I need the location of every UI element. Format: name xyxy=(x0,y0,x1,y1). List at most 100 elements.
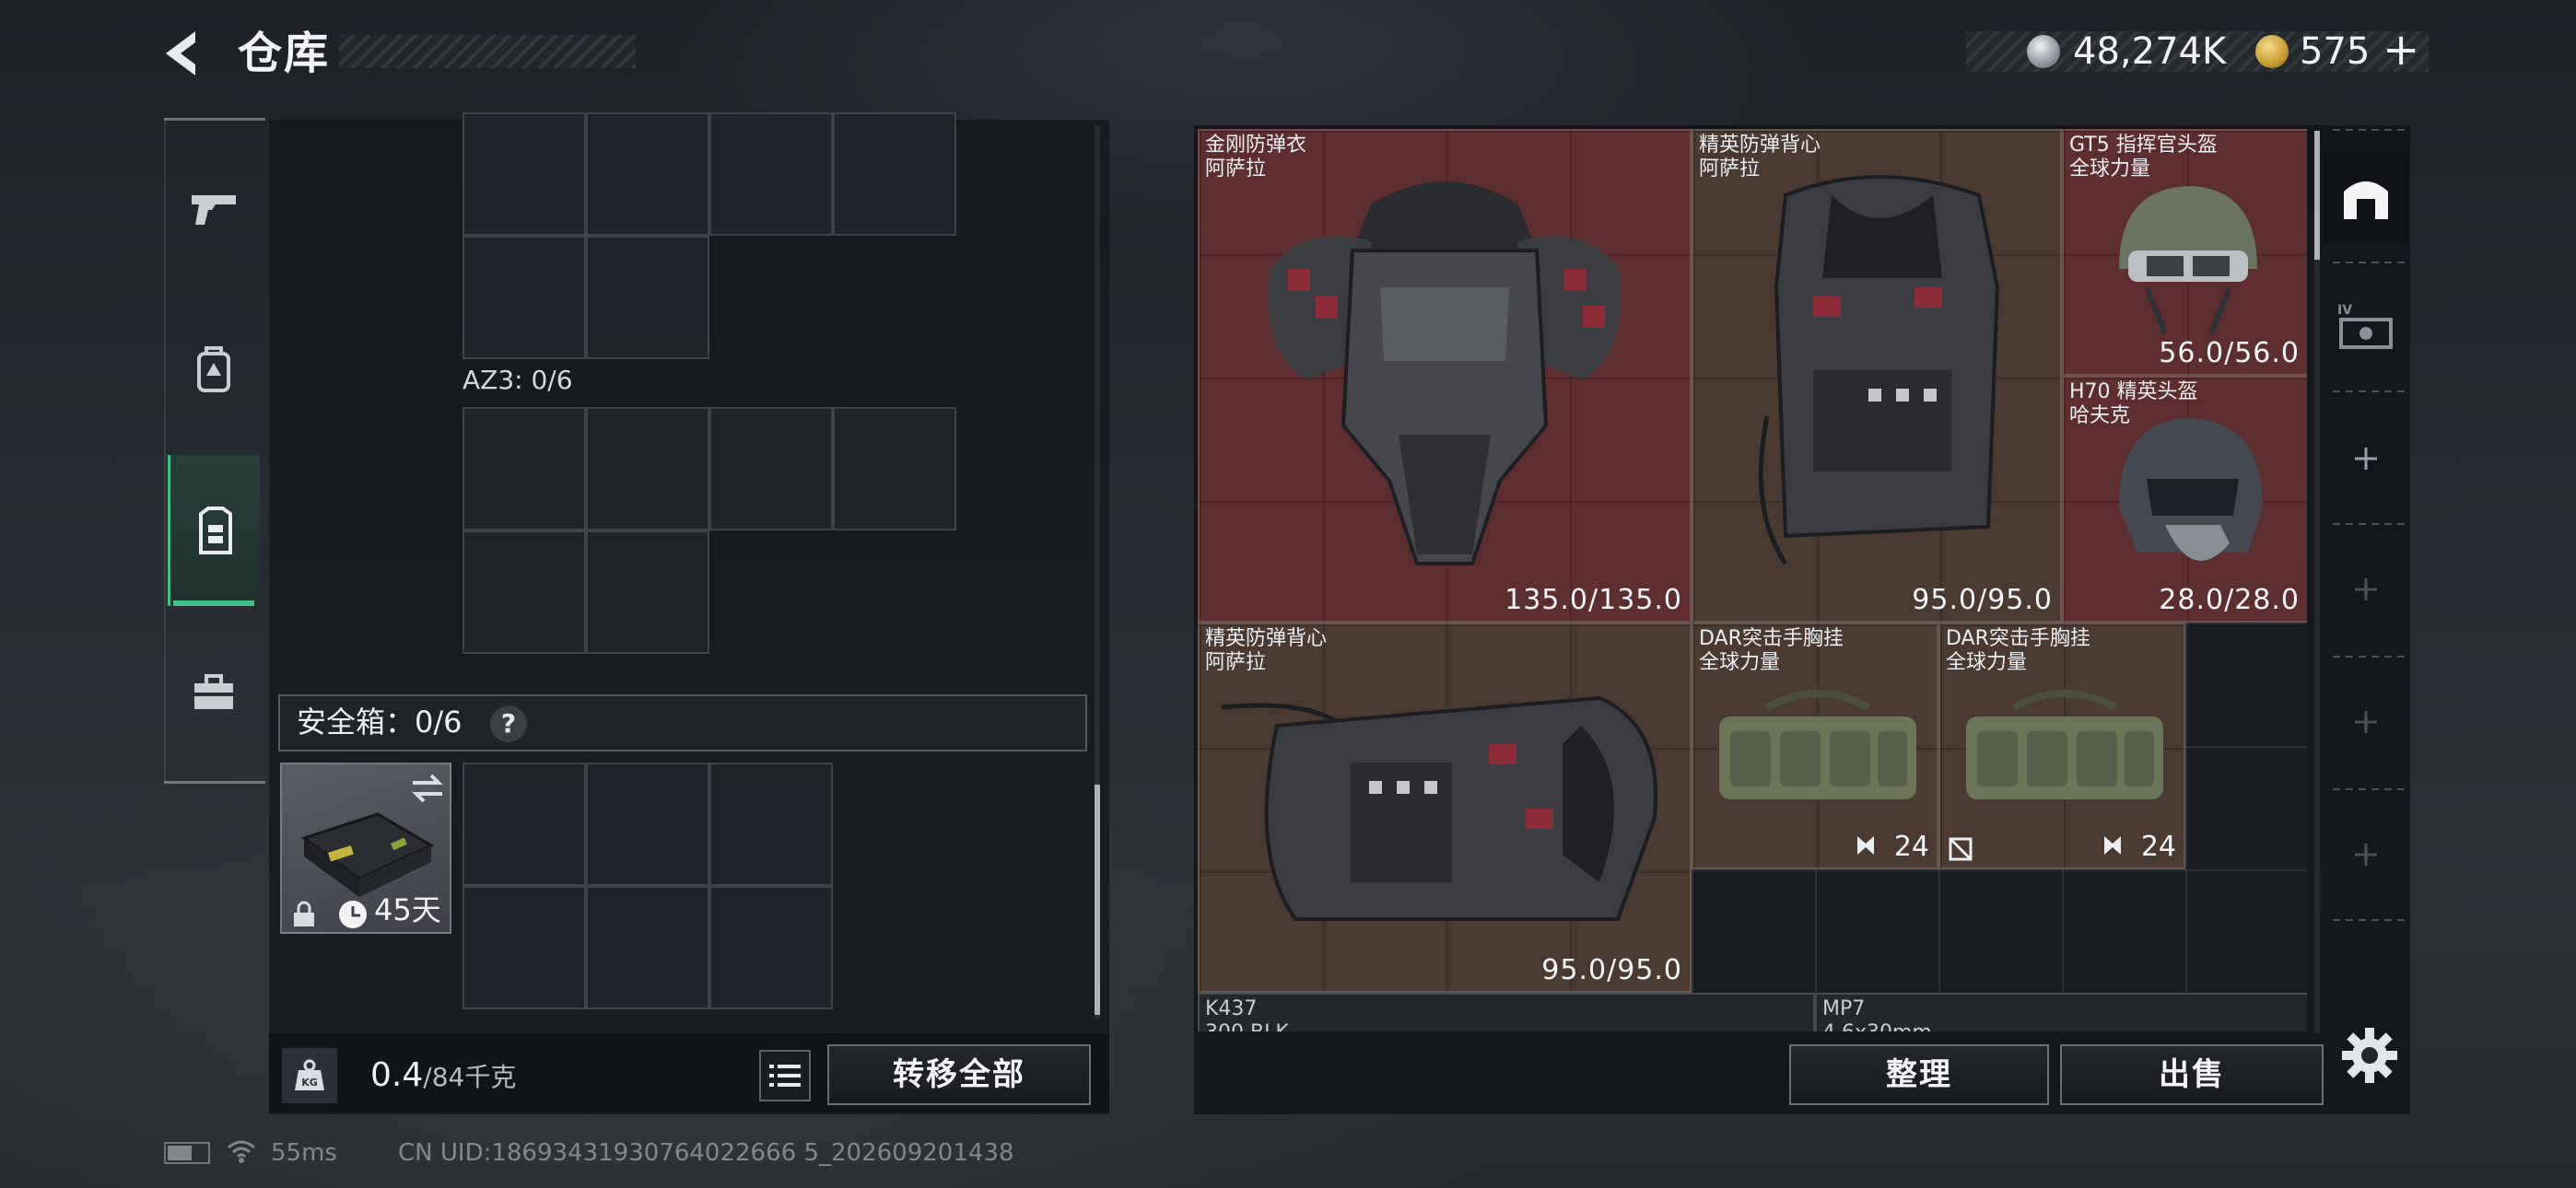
rail-divider xyxy=(2333,919,2406,921)
toolbox-icon xyxy=(194,674,233,709)
wifi-icon xyxy=(228,1140,255,1163)
sort-button[interactable]: 整理 xyxy=(1789,1044,2049,1105)
backpack-icon xyxy=(197,346,230,392)
stash-item-vest-rotated[interactable]: 精英防弹背心 阿萨拉 95.0/95.0 xyxy=(1198,623,1692,993)
item-name: GT5 指挥官头盔 xyxy=(2069,134,2218,157)
stash-item-chest-rig-1[interactable]: DAR突击手胸挂 全球力量 24 xyxy=(1692,623,1938,869)
container-slot[interactable] xyxy=(709,407,833,530)
title-stripe xyxy=(339,35,636,68)
sell-button[interactable]: 出售 xyxy=(2060,1044,2324,1105)
safe-box-slot[interactable] xyxy=(463,886,586,1009)
item-durability: 95.0/95.0 xyxy=(1912,584,2053,616)
container-slot[interactable] xyxy=(463,236,586,359)
safe-box-slot[interactable] xyxy=(586,763,709,886)
rail-divider xyxy=(2333,523,2406,525)
container-slot[interactable] xyxy=(586,407,709,530)
add-stash-page-button[interactable] xyxy=(2324,413,2408,505)
add-stash-page-button[interactable] xyxy=(2324,543,2408,635)
container-slot[interactable] xyxy=(709,112,833,236)
svg-text:IV: IV xyxy=(2337,303,2352,318)
rail-divider xyxy=(2333,788,2406,790)
rail-divider xyxy=(2333,390,2406,392)
settings-button[interactable] xyxy=(2338,1024,2401,1087)
safe-box-slot[interactable] xyxy=(586,886,709,1009)
stash-item-helmet-h70[interactable]: H70 精英头盔 哈夫克 28.0/28.0 xyxy=(2062,376,2307,623)
safe-box-slot[interactable] xyxy=(709,886,833,1009)
tab-backpacks[interactable] xyxy=(168,322,260,414)
vest-image xyxy=(1758,175,2000,565)
item-durability: 28.0/28.0 xyxy=(2159,584,2300,616)
item-name: H70 精英头盔 xyxy=(2069,380,2198,403)
safe-box-slot[interactable] xyxy=(463,763,586,886)
chest-rig-image xyxy=(1966,690,2163,799)
item-name: 精英防弹背心 xyxy=(1205,627,1328,650)
extension-box-icon: IV xyxy=(2337,303,2393,349)
item-durability: 56.0/56.0 xyxy=(2159,337,2300,369)
tab-weapons[interactable] xyxy=(168,162,260,254)
safe-item-remaining-days: 45天 xyxy=(374,892,441,927)
container-slot[interactable] xyxy=(586,530,709,654)
add-stash-page-button[interactable] xyxy=(2324,809,2408,901)
container-slot[interactable] xyxy=(833,112,956,236)
plus-icon xyxy=(2355,844,2377,866)
stash-item-armor[interactable]: 金刚防弹衣 阿萨拉 135.0/135.0 xyxy=(1198,129,1692,623)
stash-scrollbar[interactable] xyxy=(2314,131,2320,1033)
item-capacity: 24 xyxy=(2140,831,2176,863)
category-rail-top-line xyxy=(164,118,265,121)
safe-case-image xyxy=(300,812,435,897)
stash-page-main[interactable] xyxy=(2324,151,2408,243)
list-view-button[interactable] xyxy=(759,1050,811,1101)
item-name: DAR突击手胸挂 xyxy=(1699,627,1844,650)
stash-item-mp7[interactable]: MP7 4.6x30mm xyxy=(1815,993,2307,1031)
item-name: K437 xyxy=(1205,997,1258,1020)
swap-icon xyxy=(412,774,443,803)
container-slot[interactable] xyxy=(463,112,586,236)
uid-text: CN UID:18693431930764022666 5_2026092014… xyxy=(398,1139,1014,1167)
add-currency-button[interactable]: + xyxy=(2383,24,2419,76)
stash-page-extension[interactable]: IV xyxy=(2324,280,2408,372)
stash-grid: 金刚防弹衣 阿萨拉 135.0/135.0 精英防弹背心 阿萨拉 95.0/95… xyxy=(1198,129,2307,1031)
inventory-scrollbar-thumb[interactable] xyxy=(1095,785,1100,1015)
container-label: AZ3: 0/6 xyxy=(463,365,573,395)
item-caliber: 4.6x30mm xyxy=(1822,1020,1932,1031)
stash-item-vest[interactable]: 精英防弹背心 阿萨拉 95.0/95.0 xyxy=(1692,129,2062,623)
item-durability: 95.0/95.0 xyxy=(1541,954,1682,986)
stash-scrollbar-thumb[interactable] xyxy=(2314,131,2320,260)
weight-icon: KG xyxy=(282,1048,337,1103)
svg-text:KG: KG xyxy=(301,1077,318,1089)
plus-icon xyxy=(2355,711,2377,733)
safe-box-help-button[interactable]: ? xyxy=(490,705,527,742)
safe-box-slot[interactable] xyxy=(709,763,833,886)
item-name: DAR突击手胸挂 xyxy=(1946,627,2090,650)
transfer-all-button[interactable]: 转移全部 xyxy=(827,1044,1091,1105)
vest-icon xyxy=(198,507,232,554)
container-slot[interactable] xyxy=(833,407,956,530)
plus-icon xyxy=(2355,578,2377,600)
container-slot[interactable] xyxy=(586,112,709,236)
back-arrow-icon xyxy=(166,31,195,76)
gear-icon xyxy=(2342,1028,2397,1083)
gold-coin-icon xyxy=(2255,35,2289,68)
stash-item-chest-rig-2[interactable]: DAR突击手胸挂 全球力量 24 xyxy=(1938,623,2185,869)
weight-current: 0.4 xyxy=(370,1056,424,1094)
rail-divider xyxy=(2333,129,2406,131)
container-slot[interactable] xyxy=(463,407,586,530)
stash-item-helmet-gt5[interactable]: GT5 指挥官头盔 全球力量 56.0/56.0 xyxy=(2062,129,2307,376)
tab-toolbox[interactable] xyxy=(168,646,260,739)
lock-icon xyxy=(294,901,314,926)
plus-icon xyxy=(2355,448,2377,470)
add-stash-page-button[interactable] xyxy=(2324,676,2408,768)
carry-weight: 0.4/84千克 xyxy=(370,1054,516,1100)
back-button[interactable] xyxy=(158,26,214,81)
safe-box-label: 安全箱：0/6 xyxy=(297,705,463,740)
container-slot[interactable] xyxy=(463,530,586,654)
capacity-icon xyxy=(1857,836,1874,855)
capacity-icon xyxy=(2104,836,2121,855)
clock-icon xyxy=(339,901,367,928)
stash-item-k437[interactable]: K437 300 BLK xyxy=(1198,993,1815,1031)
tab-vests[interactable] xyxy=(168,455,260,606)
active-tab-indicator xyxy=(173,600,254,606)
container-slot[interactable] xyxy=(586,236,709,359)
no-insure-icon xyxy=(1949,837,1973,861)
item-name: MP7 xyxy=(1822,997,1866,1020)
